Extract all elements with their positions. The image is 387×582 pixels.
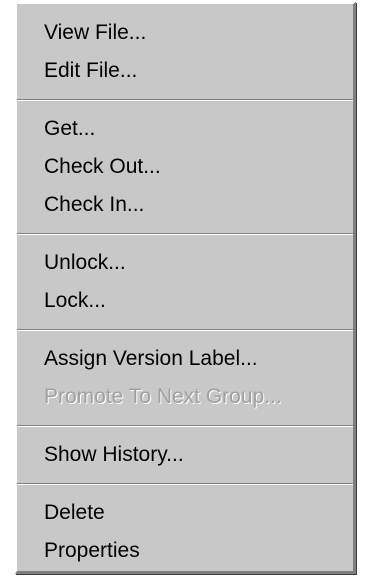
menu-item-promote-to-next-group: Promote To Next Group... [44,385,282,408]
menu-item-unlock[interactable]: Unlock... [17,244,353,282]
menu-separator [17,99,353,101]
menu-item-assign-version-label[interactable]: Assign Version Label... [17,340,353,378]
menu-item-lock[interactable]: Lock... [17,282,353,320]
menu-item-properties[interactable]: Properties [17,532,353,570]
menu-separator [17,483,353,485]
menu-item-view-file[interactable]: View File... [17,14,353,52]
menu-item-show-history[interactable]: Show History... [17,436,353,474]
menu-separator [17,329,353,331]
menu-separator [17,233,353,235]
menu-separator [17,425,353,427]
menu-item-delete[interactable]: Delete [17,494,353,532]
context-menu: View File... Edit File... Get... Check O… [15,2,356,574]
menu-item-check-in[interactable]: Check In... [17,186,353,224]
menu-item-get[interactable]: Get... [17,110,353,148]
menu-item-edit-file[interactable]: Edit File... [17,52,353,90]
menu-item-check-out[interactable]: Check Out... [17,148,353,186]
